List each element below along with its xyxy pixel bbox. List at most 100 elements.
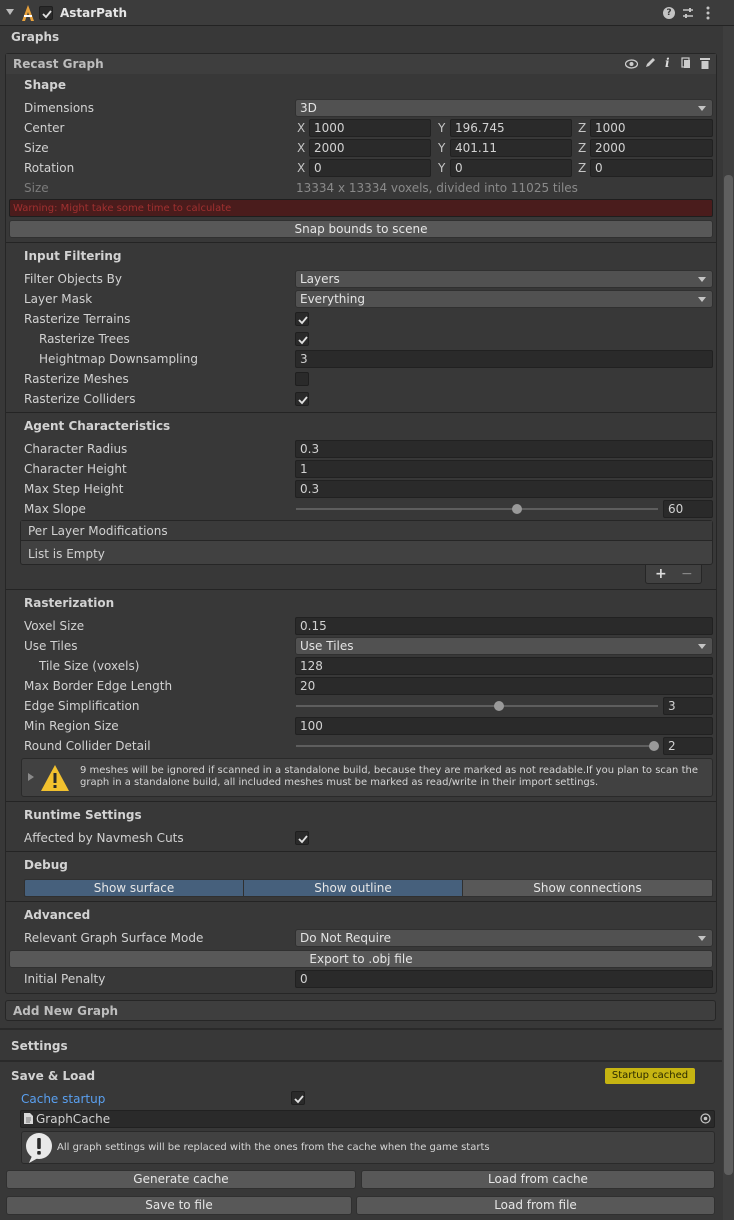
use-tiles-dropdown[interactable]: Use Tiles <box>295 637 713 655</box>
rasterize-trees-checkbox[interactable] <box>295 332 309 346</box>
character-height-field[interactable]: 1 <box>295 460 713 478</box>
graphs-label: Graphs <box>11 30 60 44</box>
size-x-field[interactable]: 2000 <box>309 139 431 157</box>
rotation-y-axis: Y <box>438 161 446 175</box>
rasterize-colliders-label: Rasterize Colliders <box>24 392 136 406</box>
cache-info-text: All graph settings will be replaced with… <box>57 1142 490 1153</box>
graph-cache-object-field[interactable] <box>20 1110 715 1128</box>
initial-penalty-label: Initial Penalty <box>24 972 106 986</box>
warning-box: Warning: Might take some time to calcula… <box>9 199 713 217</box>
edit-pencil-icon[interactable] <box>645 57 656 71</box>
filter-objects-dropdown[interactable]: Layers <box>295 270 713 288</box>
text-asset-icon <box>24 1113 33 1127</box>
divider <box>6 412 716 413</box>
expand-arrow-icon[interactable] <box>28 773 34 781</box>
delete-trash-icon[interactable] <box>700 57 710 72</box>
foldout-arrow-icon[interactable] <box>6 9 14 15</box>
list-remove-button[interactable]: − <box>681 566 693 582</box>
checkmark-icon <box>298 336 308 345</box>
edge-simplification-slider[interactable] <box>296 705 658 707</box>
character-height-label: Character Height <box>24 462 127 476</box>
edge-simplification-slider-knob[interactable] <box>493 701 504 711</box>
surface-mode-value: Do Not Require <box>300 931 392 945</box>
navmesh-cuts-checkbox[interactable] <box>295 831 309 845</box>
export-obj-button[interactable]: Export to .obj file <box>9 950 713 968</box>
generate-cache-button[interactable]: Generate cache <box>6 1170 356 1189</box>
divider <box>0 1060 722 1062</box>
center-x-field[interactable]: 1000 <box>309 119 431 137</box>
size-z-field[interactable]: 2000 <box>590 139 713 157</box>
dimensions-label: Dimensions <box>24 101 95 115</box>
max-slope-field[interactable]: 60 <box>663 500 713 518</box>
cache-startup-checkbox[interactable] <box>291 1091 305 1105</box>
max-slope-slider[interactable] <box>296 508 658 510</box>
agent-heading: Agent Characteristics <box>24 419 171 433</box>
snap-bounds-button[interactable]: Snap bounds to scene <box>9 220 713 238</box>
max-border-edge-label: Max Border Edge Length <box>24 679 173 693</box>
max-border-edge-field[interactable]: 20 <box>295 677 713 695</box>
rasterize-terrains-label: Rasterize Terrains <box>24 312 131 326</box>
round-collider-detail-slider-knob[interactable] <box>649 741 660 751</box>
load-from-file-button[interactable]: Load from file <box>356 1196 715 1215</box>
round-collider-detail-field[interactable]: 2 <box>663 737 713 755</box>
center-z-field[interactable]: 1000 <box>590 119 713 137</box>
list-footer <box>645 565 702 584</box>
checkmark-icon <box>298 396 308 405</box>
size-y-axis: Y <box>438 141 446 155</box>
context-menu-icon[interactable] <box>706 6 710 20</box>
startup-cached-badge: Startup cached <box>605 1068 695 1084</box>
cache-startup-link[interactable]: Cache startup <box>21 1091 105 1107</box>
center-y-field[interactable]: 196.745 <box>450 119 572 137</box>
tile-size-field[interactable]: 128 <box>295 657 713 675</box>
heightmap-downsampling-label: Heightmap Downsampling <box>39 352 198 366</box>
component-enabled-checkbox[interactable] <box>39 6 53 20</box>
center-y-axis: Y <box>438 121 446 135</box>
surface-mode-label: Relevant Graph Surface Mode <box>24 931 204 945</box>
max-step-height-field[interactable]: 0.3 <box>295 480 713 498</box>
min-region-size-label: Min Region Size <box>24 719 119 733</box>
dimensions-dropdown[interactable]: 3D <box>295 99 713 117</box>
divider <box>6 801 716 802</box>
heightmap-downsampling-field[interactable]: 3 <box>295 350 713 368</box>
divider <box>6 851 716 852</box>
settings-foldout[interactable] <box>0 1035 722 1057</box>
load-from-cache-button[interactable]: Load from cache <box>361 1170 715 1189</box>
layer-mask-dropdown[interactable]: Everything <box>295 290 713 308</box>
filter-objects-label: Filter Objects By <box>24 272 123 286</box>
round-collider-detail-slider[interactable] <box>296 745 658 747</box>
filter-objects-value: Layers <box>300 272 340 286</box>
show-connections-toggle[interactable]: Show connections <box>462 879 713 897</box>
rasterize-terrains-checkbox[interactable] <box>295 312 309 326</box>
recast-graph-header[interactable] <box>6 54 716 74</box>
edge-simplification-field[interactable]: 3 <box>663 697 713 715</box>
rasterize-colliders-checkbox[interactable] <box>295 392 309 406</box>
surface-mode-dropdown[interactable]: Do Not Require <box>295 929 713 947</box>
rotation-z-field[interactable]: 0 <box>590 159 713 177</box>
max-slope-slider-knob[interactable] <box>511 504 522 514</box>
min-region-size-field[interactable]: 100 <box>295 717 713 735</box>
use-tiles-value: Use Tiles <box>300 639 354 653</box>
show-surface-toggle[interactable]: Show surface <box>24 879 244 897</box>
voxel-size-field-label: Voxel Size <box>24 619 85 633</box>
chevron-down-icon <box>698 297 706 302</box>
rotation-y-field[interactable]: 0 <box>450 159 572 177</box>
visibility-eye-icon[interactable] <box>624 58 639 72</box>
presets-icon[interactable] <box>682 7 694 19</box>
layer-mask-value: Everything <box>300 292 365 306</box>
voxel-size-field[interactable]: 0.15 <box>295 617 713 635</box>
save-to-file-button[interactable]: Save to file <box>6 1196 352 1215</box>
list-add-button[interactable]: + <box>655 566 667 582</box>
rotation-x-field[interactable]: 0 <box>309 159 431 177</box>
show-outline-toggle[interactable]: Show outline <box>243 879 463 897</box>
input-filtering-heading: Input Filtering <box>24 249 122 263</box>
rasterization-heading: Rasterization <box>24 596 115 610</box>
checkmark-icon <box>298 835 308 844</box>
size-y-field[interactable]: 401.11 <box>450 139 572 157</box>
object-picker-icon[interactable] <box>700 1113 711 1127</box>
info-icon[interactable]: i <box>665 56 670 70</box>
duplicate-icon[interactable] <box>681 57 691 72</box>
initial-penalty-field[interactable]: 0 <box>295 970 713 988</box>
character-radius-field[interactable]: 0.3 <box>295 440 713 458</box>
help-icon[interactable]: ? <box>663 7 675 19</box>
rasterize-meshes-checkbox[interactable] <box>295 372 309 386</box>
